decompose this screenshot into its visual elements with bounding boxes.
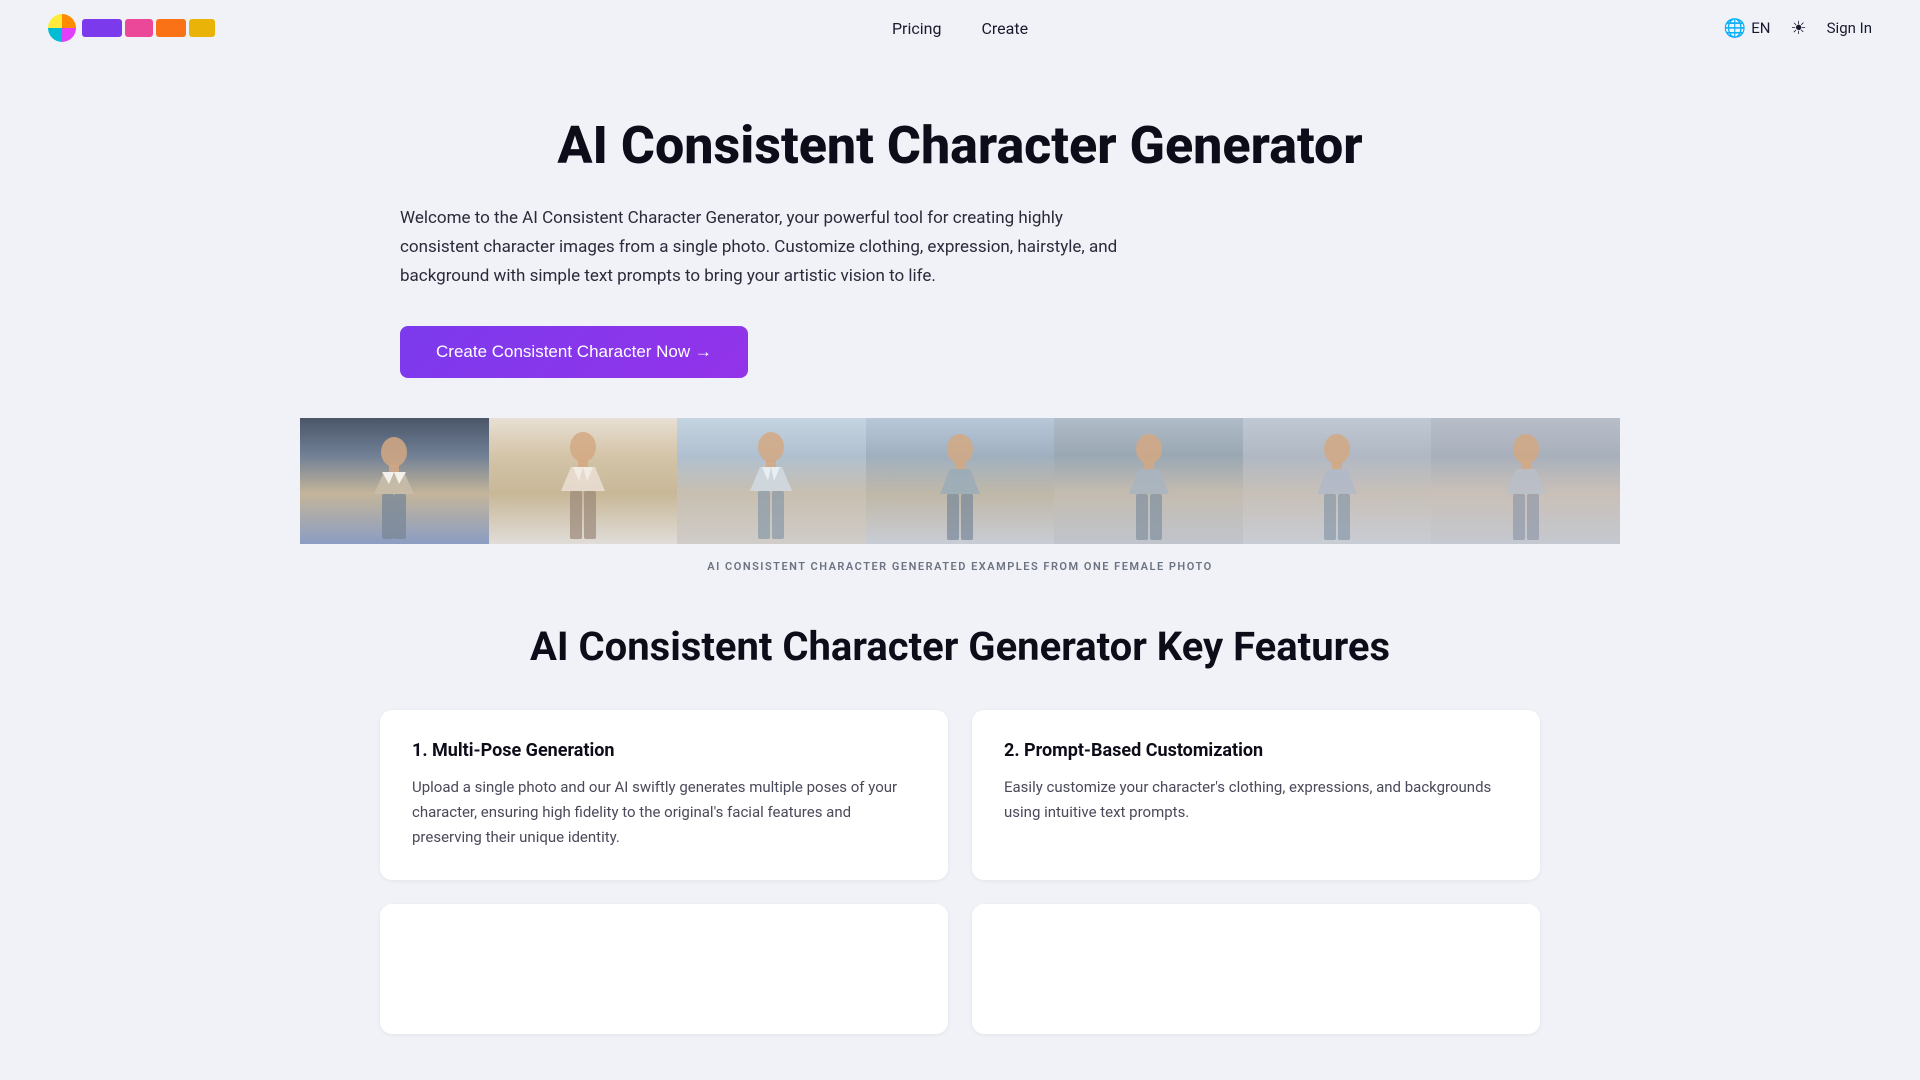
logo-seg-pink (125, 19, 153, 37)
character-image-3 (677, 418, 866, 544)
cta-button[interactable]: Create Consistent Character Now → (400, 326, 748, 378)
image-caption: AI CONSISTENT CHARACTER GENERATED EXAMPL… (0, 560, 1920, 573)
character-image-6 (1243, 418, 1432, 544)
hero-title: AI Consistent Character Generator (400, 116, 1520, 176)
image-strip-wrapper (300, 418, 1620, 544)
feature-1-description: Upload a single photo and our AI swiftly… (412, 775, 916, 849)
lang-label: EN (1751, 19, 1770, 37)
logo-seg-orange (156, 19, 186, 37)
image-strip (300, 418, 1620, 544)
feature-2-description: Easily customize your character's clothi… (1004, 775, 1508, 825)
features-grid: 1. Multi-Pose Generation Upload a single… (380, 710, 1540, 1033)
character-image-7 (1431, 418, 1620, 544)
logo-bar (82, 19, 215, 37)
nav-center: Pricing Create (892, 19, 1028, 38)
nav-pricing[interactable]: Pricing (892, 19, 942, 38)
feature-2-title: 2. Prompt-Based Customization (1004, 740, 1508, 761)
feature-card-4 (972, 904, 1540, 1034)
character-image-4 (866, 418, 1055, 544)
logo[interactable] (48, 14, 215, 42)
features-section: AI Consistent Character Generator Key Fe… (0, 623, 1920, 1073)
nav-create[interactable]: Create (981, 19, 1028, 38)
hero-section: AI Consistent Character Generator Welcom… (0, 56, 1920, 418)
character-image-2 (489, 418, 678, 544)
globe-icon: 🌐 (1724, 18, 1746, 39)
character-image-5 (1054, 418, 1243, 544)
logo-icon (48, 14, 76, 42)
logo-seg-purple (82, 19, 122, 37)
feature-1-title: 1. Multi-Pose Generation (412, 740, 916, 761)
logo-seg-yellow (189, 19, 215, 37)
feature-card-2: 2. Prompt-Based Customization Easily cus… (972, 710, 1540, 879)
features-title: AI Consistent Character Generator Key Fe… (380, 623, 1540, 670)
nav-language[interactable]: 🌐 EN (1724, 18, 1771, 39)
hero-description: Welcome to the AI Consistent Character G… (400, 204, 1140, 291)
feature-card-1: 1. Multi-Pose Generation Upload a single… (380, 710, 948, 879)
theme-toggle-icon[interactable]: ☀ (1791, 18, 1807, 39)
character-image-1 (300, 418, 489, 544)
navbar: Pricing Create 🌐 EN ☀ Sign In (0, 0, 1920, 56)
feature-card-3 (380, 904, 948, 1034)
nav-right: 🌐 EN ☀ Sign In (1724, 18, 1872, 39)
sign-in-button[interactable]: Sign In (1827, 19, 1872, 37)
